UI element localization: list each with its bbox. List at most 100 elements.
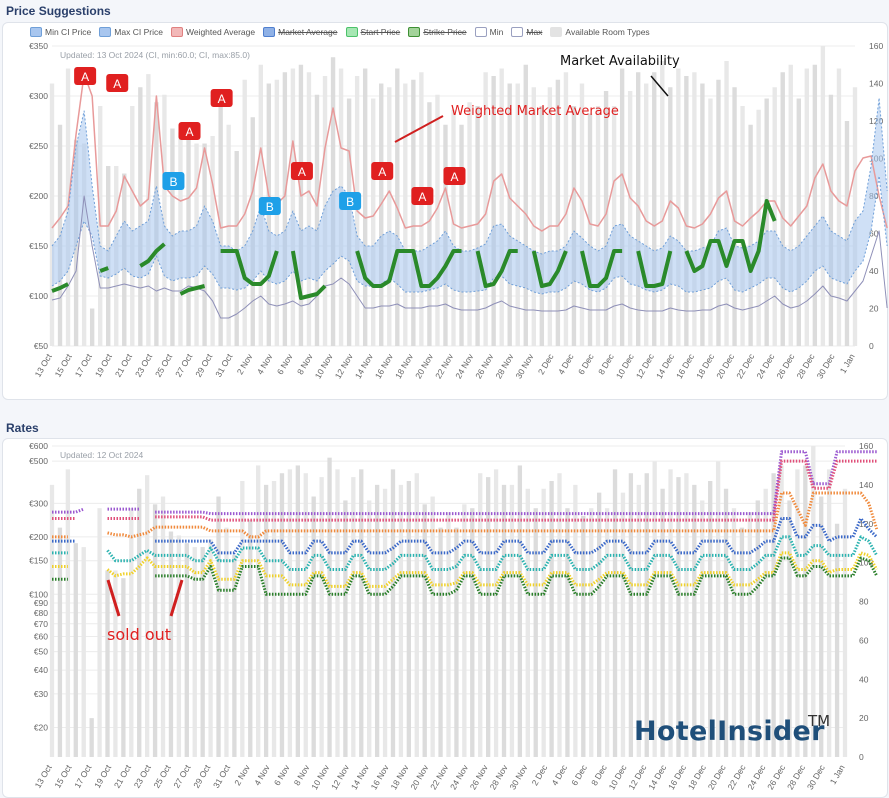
availability-bar	[121, 578, 126, 757]
availability-bar	[240, 480, 245, 757]
availability-bar	[256, 465, 261, 757]
x-tick-label: 8 Nov	[292, 762, 312, 787]
updated-note: Updated: 12 Oct 2024	[60, 450, 143, 460]
availability-bar	[398, 484, 404, 757]
x-tick-label: 19 Oct	[92, 762, 113, 789]
availability-bar	[771, 473, 776, 757]
y-tick-label: €50	[34, 647, 48, 657]
availability-bar	[232, 554, 237, 757]
availability-bar	[49, 484, 55, 757]
availability-bar	[430, 496, 435, 757]
x-tick-label: 23 Oct	[132, 762, 153, 789]
availability-bar	[803, 465, 808, 757]
availability-bar	[834, 523, 840, 757]
availability-bar	[89, 718, 94, 757]
x-tick-label: 8 Dec	[589, 762, 609, 787]
availability-bar	[501, 484, 507, 757]
availability-bar	[295, 465, 300, 757]
x-tick-label: 6 Dec	[569, 762, 589, 787]
hotelinsider-logo: HotelInsider	[634, 716, 825, 747]
y-right-tick-label: 80	[859, 597, 869, 607]
availability-bar	[145, 475, 150, 757]
availability-bar	[57, 527, 63, 757]
availability-bar	[216, 496, 221, 757]
y-tick-label: €60	[34, 632, 48, 642]
y-tick-label: €80	[34, 608, 48, 618]
x-tick-label: 30 Nov	[507, 762, 530, 791]
x-tick-label: 17 Oct	[72, 762, 93, 789]
x-tick-label: 13 Oct	[33, 762, 54, 789]
availability-bar	[303, 473, 308, 757]
y-tick-label: €40	[34, 665, 48, 675]
market-availability-annotation: Market Availability	[560, 54, 680, 69]
availability-bar	[137, 488, 142, 757]
y-tick-label: €70	[34, 619, 48, 629]
availability-bar	[73, 543, 78, 757]
availability-bar	[263, 484, 269, 757]
y-tick-label: €30	[34, 689, 48, 699]
availability-bar	[478, 473, 483, 757]
availability-bar	[248, 519, 253, 757]
availability-bar	[97, 508, 102, 757]
weighted-market-average-annotation: Weighted Market Average	[451, 104, 619, 119]
x-tick-label: 21 Oct	[112, 762, 133, 789]
availability-bar	[81, 547, 86, 757]
availability-bar	[715, 461, 721, 757]
availability-bar	[446, 512, 451, 757]
x-tick-label: 27 Oct	[171, 762, 192, 789]
rates-chart: Updated: 12 Oct 2024 €20 €30 €40 €50 €60 €70€8…	[29, 441, 879, 791]
availability-bar	[509, 484, 515, 757]
x-tick-label: 15 Oct	[52, 762, 73, 789]
availability-bar	[644, 473, 649, 757]
availability-bar	[652, 461, 657, 757]
availability-bar	[779, 465, 784, 757]
sold-out-annotation: sold out	[107, 625, 172, 644]
availability-bar	[684, 473, 689, 757]
availability-bar	[414, 473, 419, 757]
availability-bar	[589, 508, 594, 757]
y-tick-label: €90	[34, 598, 48, 608]
y-right-tick-label: 40	[859, 674, 869, 684]
x-tick-label: 2 Nov	[232, 762, 252, 787]
availability-bar	[343, 500, 348, 757]
availability-bar	[549, 480, 554, 757]
y-right-tick-label: 60	[859, 635, 869, 645]
availability-bar	[271, 480, 277, 757]
y-right-tick-label: 140	[859, 480, 873, 490]
availability-bar	[406, 480, 412, 757]
y-tick-label: €500	[29, 456, 48, 466]
availability-bar	[557, 473, 562, 757]
y-tick-label: €300	[29, 498, 48, 508]
series-line-rate-pink	[155, 459, 877, 522]
y-tick-label: €100	[29, 589, 48, 599]
availability-bar	[327, 457, 332, 757]
series-line-rate-blue	[155, 516, 878, 555]
x-tick-label: 29 Oct	[191, 762, 212, 789]
y-tick-label: €600	[29, 441, 48, 451]
availability-bar	[604, 508, 610, 757]
availability-bar	[382, 488, 388, 757]
availability-bar	[628, 473, 634, 757]
x-tick-label: 4 Nov	[252, 762, 272, 787]
availability-bar	[573, 484, 578, 757]
availability-bar	[533, 508, 538, 757]
availability-bar	[374, 484, 380, 757]
trademark-mark: TM	[808, 712, 831, 730]
series-line-rate-darkgreen	[155, 556, 879, 596]
y-tick-label: €150	[29, 556, 48, 566]
availability-bar	[517, 465, 523, 757]
availability-bar	[176, 535, 182, 757]
x-tick-label: 30 Dec	[805, 762, 828, 791]
availability-bar	[541, 488, 546, 757]
x-tick-label: 4 Dec	[549, 762, 569, 787]
y-right-tick-label: 20	[859, 713, 869, 723]
availability-bar	[279, 473, 285, 757]
x-tick-label: 6 Nov	[272, 762, 292, 787]
x-tick-label: 25 Oct	[151, 762, 172, 789]
x-tick-label: 31 Oct	[211, 762, 232, 789]
y-tick-label: €20	[34, 722, 48, 732]
availability-bar	[438, 527, 443, 757]
availability-bar	[454, 527, 459, 757]
x-tick-label: 2 Dec	[530, 762, 550, 787]
availability-bar	[311, 496, 316, 757]
